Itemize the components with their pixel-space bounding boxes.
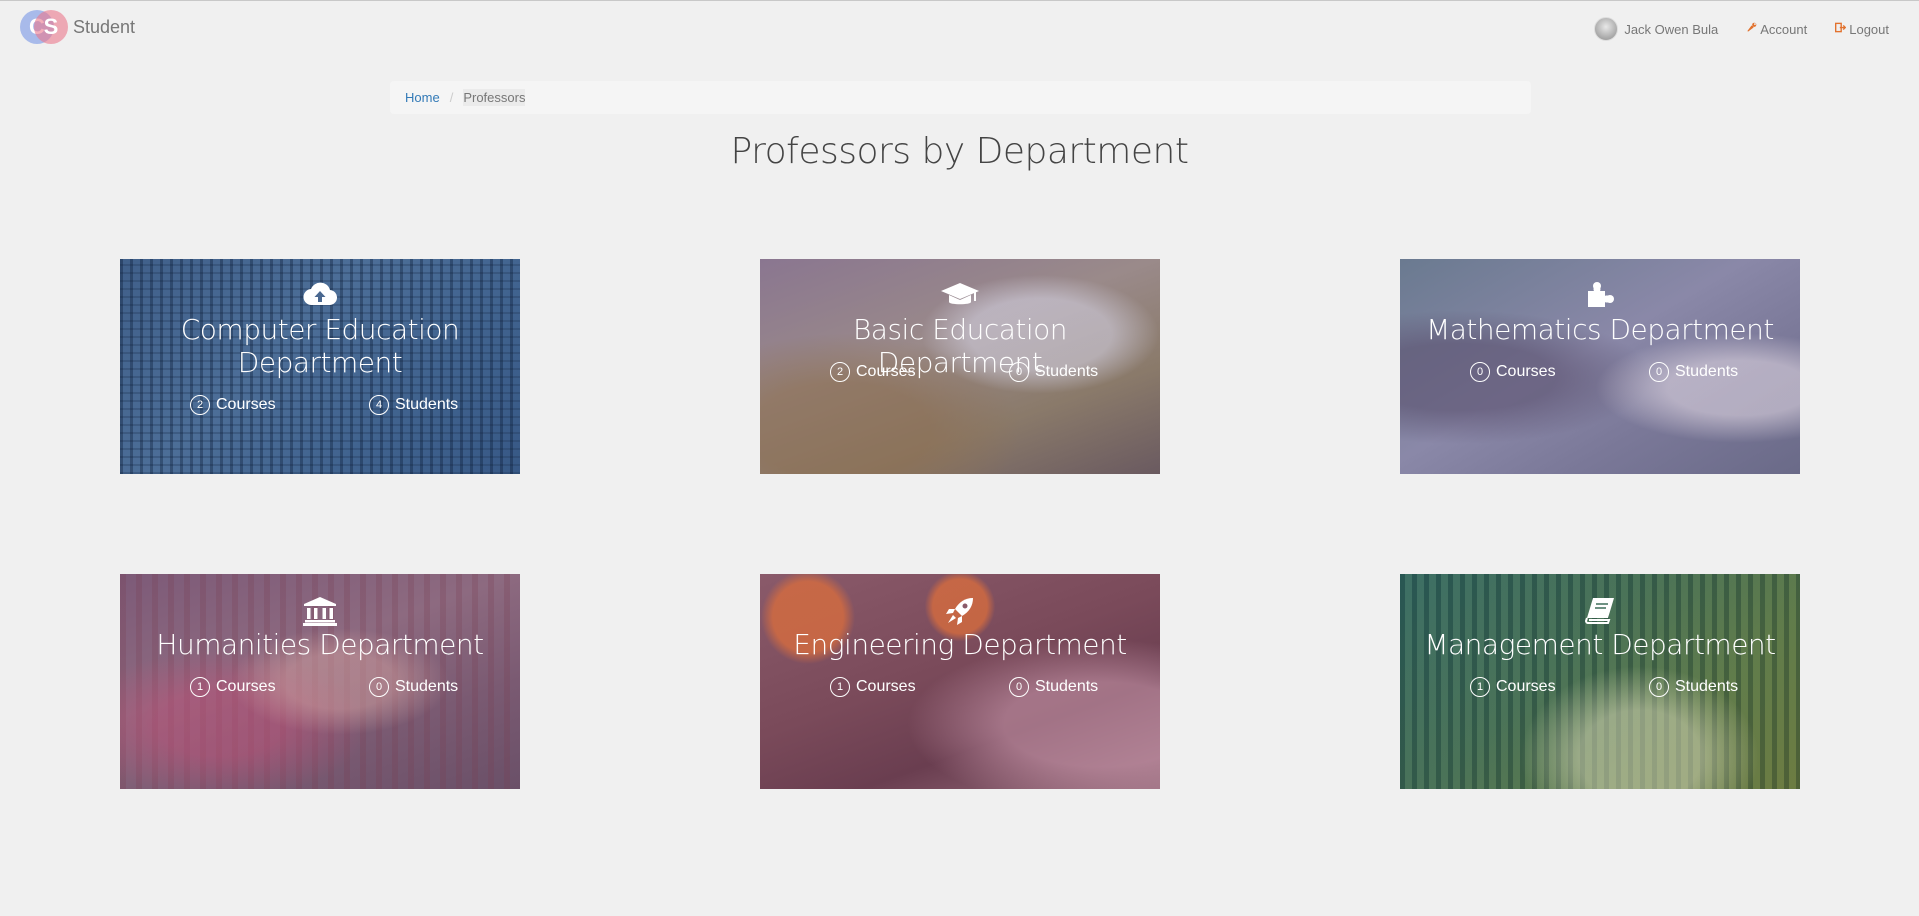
students-label: Students [1675,678,1739,695]
students-stat: 0 Students [1649,362,1738,382]
nav-right: Jack Owen Bula Account Logout [1566,17,1889,41]
logout-label: Logout [1849,21,1889,37]
department-card-computer-education[interactable]: Computer Education Department 2 Courses … [120,259,520,474]
brand-name: Student [73,16,136,37]
students-label: Students [395,396,459,413]
cloud-upload-icon [120,281,520,313]
students-count: 0 [1009,362,1029,382]
courses-label: Courses [856,363,916,380]
puzzle-piece-icon [1400,281,1800,313]
courses-count: 2 [830,362,850,382]
students-count: 4 [369,395,389,415]
wrench-icon [1746,22,1757,36]
students-count: 0 [369,677,389,697]
students-count: 0 [1649,677,1669,697]
navbar: C S Student Jack Owen Bula Account Logou… [0,1,1919,51]
students-stat: 0 Students [369,677,458,697]
department-name: Engineering Department [793,628,1127,661]
courses-label: Courses [1496,678,1556,695]
courses-count: 1 [1470,677,1490,697]
logout-icon [1835,22,1847,36]
students-label: Students [1035,363,1099,380]
breadcrumb-current: Professors [463,89,526,106]
page-title: Professors by Department [730,131,1189,172]
courses-label: Courses [216,678,276,695]
logout-link[interactable]: Logout [1835,22,1889,37]
courses-stat: 1 Courses [190,677,276,697]
department-name: Management Department [1424,628,1776,661]
students-label: Students [1035,678,1099,695]
students-stat: 0 Students [1009,677,1098,697]
department-name: Mathematics Department [1426,313,1774,346]
courses-label: Courses [216,396,276,413]
department-card-engineering[interactable]: Engineering Department 1 Courses 0 Stude… [760,574,1160,789]
avatar [1594,17,1619,41]
courses-count: 1 [830,677,850,697]
rocket-icon [760,596,1160,628]
courses-label: Courses [856,678,916,695]
courses-stat: 2 Courses [190,395,276,415]
user-profile-link[interactable]: Jack Owen Bula [1594,17,1718,41]
courses-stat: 0 Courses [1470,362,1556,382]
courses-count: 1 [190,677,210,697]
user-name: Jack Owen Bula [1624,21,1719,37]
courses-count: 0 [1470,362,1490,382]
institution-icon [120,596,520,628]
breadcrumb-home[interactable]: Home [405,90,440,105]
graduation-cap-icon [760,281,1160,313]
department-card-management[interactable]: Management Department 1 Courses 0 Studen… [1400,574,1800,789]
logo: C S [20,10,68,44]
students-label: Students [395,678,459,695]
students-count: 0 [1649,362,1669,382]
department-name: Humanities Department [156,628,484,661]
students-stat: 4 Students [369,395,458,415]
courses-stat: 1 Courses [1470,677,1556,697]
students-count: 0 [1009,677,1029,697]
courses-count: 2 [190,395,210,415]
brand-link[interactable]: C S Student [20,10,135,44]
department-card-humanities[interactable]: Humanities Department 1 Courses 0 Studen… [120,574,520,789]
book-icon [1400,596,1800,628]
courses-stat: 2 Courses [830,362,916,382]
students-stat: 0 Students [1009,362,1098,382]
students-label: Students [1675,363,1739,380]
department-card-mathematics[interactable]: Mathematics Department 0 Courses 0 Stude… [1400,259,1800,474]
account-link[interactable]: Account [1746,22,1807,37]
breadcrumb-separator: / [449,90,454,105]
account-label: Account [1760,21,1808,37]
courses-stat: 1 Courses [830,677,916,697]
department-card-basic-education[interactable]: Basic Education Department 2 Courses 0 S… [760,259,1160,474]
breadcrumb: Home / Professors [390,81,1531,114]
courses-label: Courses [1496,363,1556,380]
students-stat: 0 Students [1649,677,1738,697]
department-name: Computer Education Department [180,313,460,379]
